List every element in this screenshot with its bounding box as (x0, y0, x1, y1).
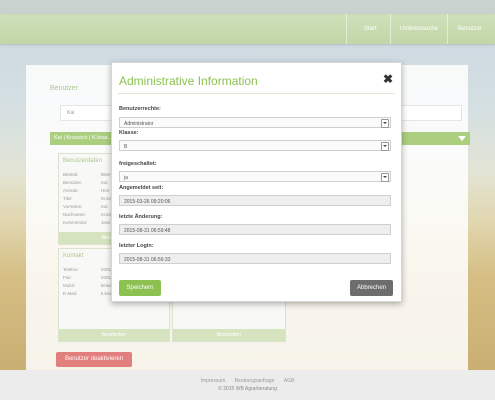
chevron-down-icon (381, 142, 389, 151)
copyright: © 2015 WB Agrarberatung (218, 386, 277, 392)
enabled-select[interactable]: ja (119, 171, 391, 182)
registered-field: 2015-03-26 09:20:06 (119, 195, 391, 206)
chevron-down-icon (381, 173, 389, 182)
login-field: 2015-08-31 06:56:33 (119, 253, 391, 264)
save-button[interactable]: Speichern (119, 280, 161, 296)
enabled-label: freigeschaltet: (119, 161, 157, 167)
close-icon[interactable]: ✖ (383, 72, 393, 86)
enabled-value: ja (124, 174, 128, 181)
changed-value: 2015-08-31 06:59:48 (124, 227, 171, 234)
rights-value: Administrator (124, 120, 154, 127)
footer: Impressum Beratungsanfrage AGB © 2015 WB… (0, 370, 495, 400)
login-label: letzter Login: (119, 243, 154, 249)
footer-link-beratungsanfrage[interactable]: Beratungsanfrage (235, 378, 275, 384)
modal-divider (118, 93, 395, 94)
class-value: B (124, 143, 128, 150)
footer-links: Impressum Beratungsanfrage AGB (0, 378, 495, 384)
rights-select[interactable]: Administrator (119, 117, 391, 128)
cancel-button[interactable]: Abbrechen (350, 280, 393, 296)
login-value: 2015-08-31 06:56:33 (124, 256, 171, 263)
class-label: Klasse: (119, 130, 139, 136)
changed-label: letzte Änderung: (119, 214, 163, 220)
rights-label: Benutzerrechte: (119, 106, 161, 112)
class-select[interactable]: B (119, 140, 391, 151)
footer-link-impressum[interactable]: Impressum (201, 378, 226, 384)
chevron-down-icon (381, 119, 389, 128)
registered-value: 2015-03-26 09:20:06 (124, 198, 171, 205)
changed-field: 2015-08-31 06:59:48 (119, 224, 391, 235)
top-strip (0, 0, 495, 14)
admin-info-modal: Administrative Information ✖ Benutzerrec… (111, 62, 402, 302)
registered-label: Angemeldet seit: (119, 185, 164, 191)
footer-link-agb[interactable]: AGB (284, 378, 295, 384)
modal-title: Administrative Information (119, 74, 258, 88)
